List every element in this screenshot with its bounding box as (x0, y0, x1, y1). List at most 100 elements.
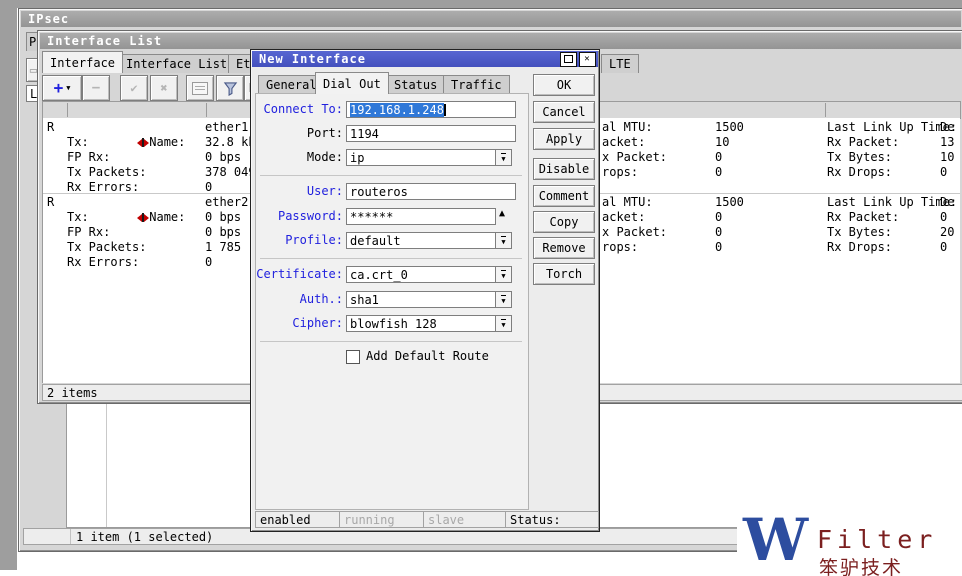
ipsec-titlebar[interactable]: IPsec (21, 11, 961, 27)
ipsec-statusbar-divider (70, 529, 71, 544)
profile-dropdown-button[interactable]: ▼ (495, 232, 512, 249)
close-icon: ✕ (584, 55, 590, 64)
disable-button[interactable]: ✖ (150, 75, 178, 101)
add-default-route-checkbox[interactable] (346, 350, 360, 364)
port-input[interactable]: 1194 (346, 125, 516, 142)
auth-label: Auth.: (256, 291, 343, 308)
row-value: 0 (940, 240, 947, 255)
row-label: Rx Errors: (67, 180, 139, 195)
dropdown-arrow-icon: ▼ (501, 319, 505, 329)
comment-button[interactable]: Comment (533, 185, 595, 207)
certificate-label: Certificate: (256, 266, 343, 283)
separator (260, 258, 522, 259)
row-label: Last Link Up Time: (827, 195, 957, 210)
auth-dropdown-button[interactable]: ▼ (495, 291, 512, 308)
funnel-icon (223, 81, 238, 96)
interface-list-titlebar[interactable]: Interface List (40, 33, 961, 49)
tab-status[interactable]: Status (386, 75, 445, 94)
mode-dropdown-button[interactable]: ▼ (495, 149, 512, 166)
row-value: De (940, 120, 954, 135)
row-value: 1500 (715, 195, 744, 210)
cipher-dropdown-button[interactable]: ▼ (495, 315, 512, 332)
tab-interface-list[interactable]: Interface List (118, 54, 235, 73)
row-value: 378 049 (205, 165, 256, 180)
tab-interface[interactable]: Interface (42, 51, 123, 73)
maximize-icon (564, 55, 573, 63)
separator (260, 175, 522, 176)
wfilter-logo-subtitle: 笨驴技术 (819, 553, 903, 576)
row-label: Tx Bytes: (827, 150, 892, 165)
row-value: 10 (715, 135, 729, 150)
row-value: 0 (715, 165, 722, 180)
new-interface-dialog: New Interface ✕ General Dial Out Status … (250, 49, 600, 532)
cipher-input[interactable]: blowfish 128 (346, 315, 496, 332)
dialog-title: New Interface (259, 52, 366, 66)
wfilter-logo-name: Filter (817, 525, 937, 554)
row-label: Rx Packet: (827, 135, 899, 150)
desktop-edge-top (0, 0, 962, 8)
desktop-edge-left (0, 0, 17, 570)
comment-button[interactable] (186, 75, 214, 101)
ok-button[interactable]: OK (533, 74, 595, 96)
torch-button[interactable]: Torch (533, 263, 595, 285)
port-label: Port: (256, 125, 343, 142)
connect-to-label: Connect To: (256, 101, 343, 118)
interface-list-status-text: 2 items (47, 386, 98, 400)
remove-button[interactable]: Remove (533, 237, 595, 259)
auth-input[interactable]: sha1 (346, 291, 496, 308)
profile-label: Profile: (256, 232, 343, 249)
password-input[interactable]: ****** (346, 208, 496, 225)
profile-input[interactable]: default (346, 232, 496, 249)
dialog-titlebar[interactable]: New Interface ✕ (252, 51, 598, 67)
maximize-button[interactable] (560, 52, 577, 67)
apply-button[interactable]: Apply (533, 128, 595, 150)
text-caret (444, 104, 446, 116)
disable-button[interactable]: Disable (533, 158, 595, 180)
ipsec-list-column-divider (106, 403, 107, 527)
close-button[interactable]: ✕ (579, 52, 596, 67)
certificate-dropdown-button[interactable]: ▼ (495, 266, 512, 283)
remove-row-button[interactable]: − (82, 75, 110, 101)
row-value: 0 (940, 165, 947, 180)
enable-button[interactable]: ✔ (120, 75, 148, 101)
row-value: 0 (715, 240, 722, 255)
row-value: 13 (940, 135, 954, 150)
row-flag: R (47, 195, 54, 210)
interface-list-title: Interface List (47, 34, 162, 48)
wfilter-logo: W Filter 笨驴技术 (737, 513, 962, 576)
dropdown-arrow-icon: ▼ (501, 270, 505, 280)
chevron-down-icon: ▼ (66, 84, 70, 92)
minus-icon: − (92, 80, 100, 96)
password-label: Password: (256, 208, 343, 225)
user-label: User: (256, 183, 343, 200)
row-label: x Packet: (602, 150, 667, 165)
mode-input[interactable]: ip (346, 149, 496, 166)
row-label: Tx Packets: (67, 165, 146, 180)
connect-to-value: 192.168.1.248 (350, 103, 444, 117)
dial-out-form-panel: Connect To: 192.168.1.248 Port: 1194 Mod… (255, 93, 529, 510)
status-label: Status: (505, 511, 599, 528)
row-label: Rx Errors: (67, 255, 139, 270)
cipher-label: Cipher: (256, 315, 343, 332)
cancel-button[interactable]: Cancel (533, 101, 595, 123)
row-value: 0 (715, 150, 722, 165)
copy-button[interactable]: Copy (533, 211, 595, 233)
tab-lte[interactable]: LTE (601, 54, 639, 73)
row-name-line: Name: (65, 195, 185, 210)
connect-to-input[interactable]: 192.168.1.248 (346, 101, 516, 118)
filter-button[interactable] (216, 75, 244, 101)
row-label: acket: (602, 210, 645, 225)
wfilter-logo-mark: W (743, 509, 808, 571)
add-button[interactable]: + ▼ (42, 75, 82, 101)
tab-traffic[interactable]: Traffic (443, 75, 510, 94)
user-input[interactable]: routeros (346, 183, 516, 200)
certificate-input[interactable]: ca.crt_0 (346, 266, 496, 283)
row-name-line: Name: (65, 120, 185, 135)
row-value: 1 785 (205, 240, 241, 255)
row-label: Tx: (67, 210, 89, 225)
password-reveal-button[interactable]: ▲ (499, 208, 505, 219)
row-value: 10 (940, 150, 954, 165)
ipsec-title: IPsec (28, 12, 69, 26)
tab-dial-out[interactable]: Dial Out (315, 72, 389, 94)
row-value: 20 (940, 225, 954, 240)
